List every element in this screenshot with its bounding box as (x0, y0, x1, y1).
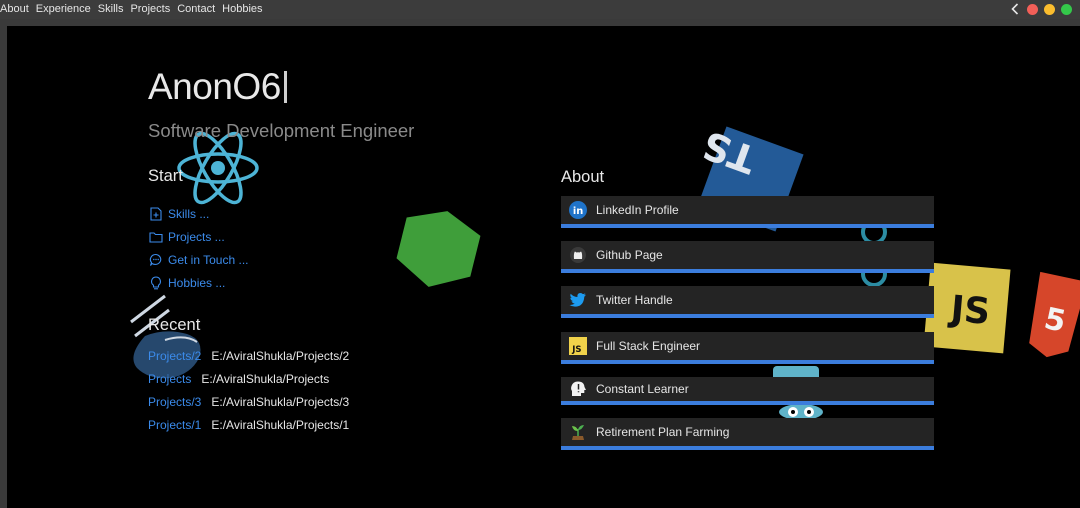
javascript-logo-text: JS (946, 288, 992, 333)
start-item-projects[interactable]: Projects ... (149, 225, 249, 248)
start-item-label: Projects ... (168, 229, 225, 244)
minimize-button[interactable] (1044, 3, 1055, 15)
start-item-hobbies[interactable]: Hobbies ... (149, 271, 249, 294)
about-card-label: Full Stack Engineer (596, 339, 701, 353)
start-list: Skills ... Projects ... Get in Touch ...… (149, 202, 249, 294)
recent-item: Projects/2 E:/AviralShukla/Projects/2 (148, 344, 349, 367)
start-item-skills[interactable]: Skills ... (149, 202, 249, 225)
svg-text:in: in (573, 206, 583, 217)
menu-projects[interactable]: Projects (130, 2, 170, 16)
close-button[interactable] (1027, 3, 1038, 15)
nodejs-logo-icon (396, 211, 481, 287)
recent-path: E:/AviralShukla/Projects/1 (211, 417, 350, 432)
about-card-linkedin[interactable]: in LinkedIn Profile (561, 196, 934, 228)
recent-item: Projects E:/AviralShukla/Projects (148, 367, 349, 390)
svg-text:JS: JS (571, 345, 581, 355)
start-heading: Start (148, 167, 183, 185)
menu-hobbies[interactable]: Hobbies (222, 2, 262, 16)
typing-cursor (283, 71, 287, 103)
recent-path: E:/AviralShukla/Projects/3 (211, 394, 350, 409)
start-item-get-in-touch[interactable]: Get in Touch ... (149, 248, 249, 271)
start-item-label: Hobbies ... (168, 275, 226, 290)
javascript-icon: JS (569, 337, 587, 355)
main-window: TS JS 5 AnonO6 Software Development Engi… (7, 26, 1080, 508)
recent-item: Projects/3 E:/AviralShukla/Projects/3 (148, 390, 349, 413)
about-card-label: Retirement Plan Farming (596, 425, 730, 439)
about-card-label: Constant Learner (596, 382, 689, 396)
head-idea-icon (569, 380, 587, 398)
linkedin-icon: in (569, 201, 587, 219)
page-title: AnonO6 (148, 66, 287, 108)
recent-link[interactable]: Projects (148, 372, 191, 386)
menu-experience[interactable]: Experience (36, 2, 91, 16)
window-controls (1009, 3, 1072, 15)
about-card-label: LinkedIn Profile (596, 203, 679, 217)
about-heading: About (561, 168, 605, 186)
back-chevron-icon[interactable] (1009, 3, 1021, 15)
recent-list: Projects/2 E:/AviralShukla/Projects/2 Pr… (148, 344, 349, 436)
recent-link[interactable]: Projects/3 (148, 395, 201, 409)
maximize-button[interactable] (1061, 3, 1072, 15)
folder-icon (149, 230, 163, 244)
menu-skills[interactable]: Skills (98, 2, 124, 16)
about-card-label: Github Page (596, 248, 663, 262)
twitter-icon (569, 291, 587, 309)
recent-item: Projects/1 E:/AviralShukla/Projects/1 (148, 413, 349, 436)
recent-path: E:/AviralShukla/Projects/2 (211, 348, 350, 363)
start-item-label: Skills ... (168, 206, 210, 221)
brand-name: AnonO6 (148, 66, 281, 107)
recent-heading: Recent (148, 316, 201, 334)
about-card-label: Twitter Handle (596, 293, 673, 307)
github-icon (569, 246, 587, 264)
about-card-github[interactable]: Github Page (561, 241, 934, 273)
about-card-farming[interactable]: Retirement Plan Farming (561, 418, 934, 450)
start-item-label: Get in Touch ... (168, 252, 249, 267)
recent-path: E:/AviralShukla/Projects (201, 371, 330, 386)
about-card-list: in LinkedIn Profile Github Page Twitter … (561, 196, 934, 450)
page-subtitle: Software Development Engineer (148, 120, 415, 141)
sprout-icon (569, 423, 587, 441)
menu-contact[interactable]: Contact (177, 2, 215, 16)
lightbulb-icon (149, 275, 163, 290)
about-card-constant-learner[interactable]: Constant Learner (561, 377, 934, 405)
html5-logo-icon: 5 (1029, 271, 1080, 358)
about-card-twitter[interactable]: Twitter Handle (561, 286, 934, 318)
about-card-full-stack[interactable]: JS Full Stack Engineer (561, 332, 934, 364)
menu-bar: About Experience Skills Projects Contact… (0, 0, 1080, 19)
file-plus-icon (149, 206, 163, 221)
menu-about[interactable]: About (0, 2, 29, 16)
chat-icon (149, 253, 163, 267)
recent-link[interactable]: Projects/2 (148, 349, 201, 363)
top-menu: About Experience Skills Projects Contact… (0, 2, 263, 16)
recent-link[interactable]: Projects/1 (148, 418, 201, 432)
